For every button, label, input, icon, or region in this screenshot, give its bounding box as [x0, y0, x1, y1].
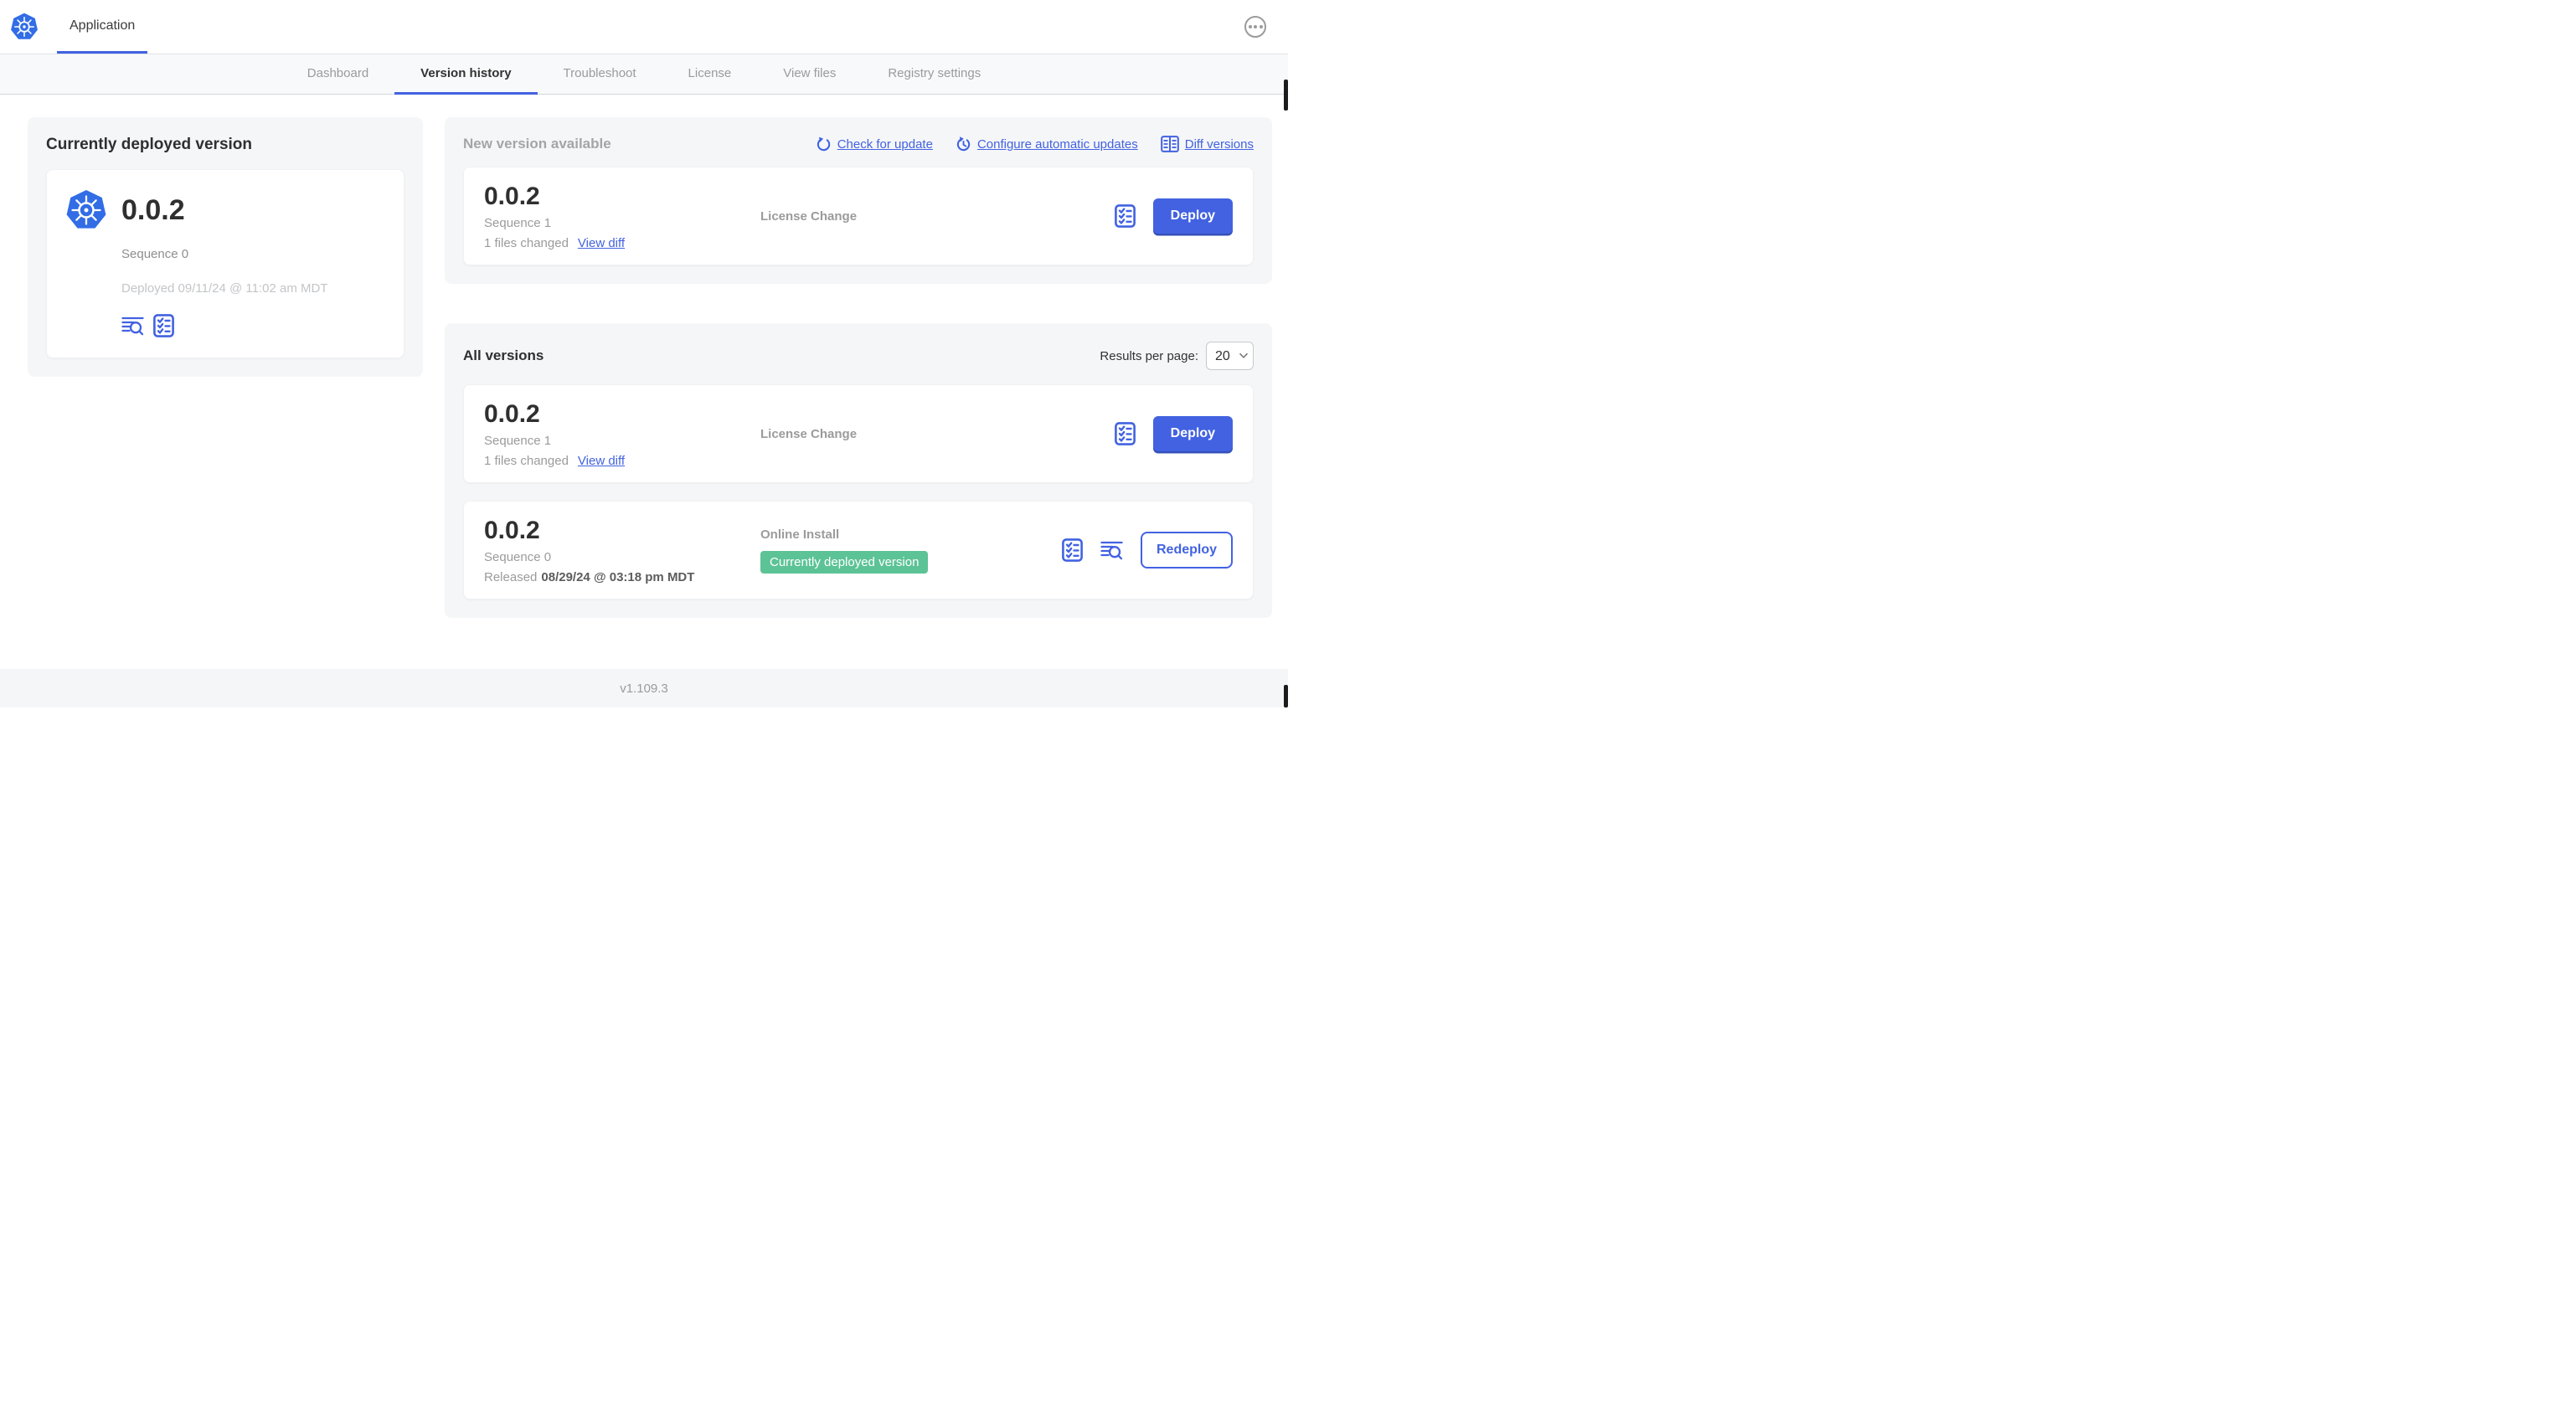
version-source: License Change [760, 426, 858, 441]
all-versions-section: All versions Results per page: 20 0.0.2 … [445, 323, 1272, 618]
deploy-button[interactable]: Deploy [1152, 416, 1233, 451]
checklist-icon[interactable] [1114, 204, 1136, 228]
currently-deployed-panel: Currently deployed version 0.0.2 Sequenc… [28, 117, 423, 377]
all-versions-title: All versions [463, 347, 544, 363]
version-number: 0.0.2 [484, 182, 540, 210]
deployed-timestamp: Deployed 09/11/24 @ 11:02 am MDT [121, 281, 328, 296]
view-diff-link[interactable]: View diff [578, 454, 625, 468]
currently-deployed-title: Currently deployed version [46, 136, 253, 153]
main-content: Currently deployed version 0.0.2 Sequenc… [0, 95, 1288, 618]
checklist-icon[interactable] [1114, 422, 1136, 445]
new-version-row: 0.0.2 Sequence 1 1 files changed View di… [463, 167, 1254, 265]
console-version: v1.109.3 [620, 681, 668, 696]
app-subnav: Dashboard Version history Troubleshoot L… [0, 54, 1288, 95]
logs-icon[interactable] [121, 316, 144, 336]
scrollbar-thumb[interactable] [1284, 80, 1288, 111]
kubernetes-icon [11, 13, 38, 39]
app-title: Application [70, 18, 136, 33]
checklist-icon[interactable] [1062, 538, 1083, 562]
scrollbar-thumb[interactable] [1284, 685, 1288, 708]
refresh-icon [817, 136, 830, 151]
diff-versions-link[interactable]: Diff versions [1160, 136, 1254, 152]
version-sequence: Sequence 1 [484, 215, 552, 230]
version-sequence: Sequence 1 [484, 433, 552, 448]
deploy-button[interactable]: Deploy [1152, 198, 1233, 234]
released-timestamp: Released 08/29/24 @ 03:18 pm MDT [484, 569, 695, 584]
version-number: 0.0.2 [484, 516, 540, 544]
currently-deployed-card: 0.0.2 Sequence 0 Deployed 09/11/24 @ 11:… [46, 169, 404, 358]
version-sequence: Sequence 0 [484, 549, 552, 564]
version-row: 0.0.2 Sequence 1 1 files changed View di… [463, 384, 1254, 483]
version-source: Online Install [760, 527, 840, 542]
version-row: 0.0.2 Sequence 0 Released 08/29/24 @ 03:1… [463, 501, 1254, 599]
tab-registry-settings[interactable]: Registry settings [862, 54, 1007, 95]
results-per-page-select[interactable]: 20 [1206, 342, 1254, 370]
clock-refresh-icon [956, 136, 971, 151]
files-changed: 1 files changed [484, 453, 569, 468]
kubernetes-icon [66, 190, 106, 229]
tab-dashboard[interactable]: Dashboard [281, 54, 394, 95]
new-version-title: New version available [463, 136, 611, 152]
redeploy-button[interactable]: Redeploy [1140, 532, 1233, 569]
app-header: Application [0, 0, 1288, 54]
check-for-update-link[interactable]: Check for update [816, 136, 933, 152]
app-footer: v1.109.3 [0, 669, 1288, 708]
checklist-icon[interactable] [153, 314, 174, 337]
tab-troubleshoot[interactable]: Troubleshoot [538, 54, 662, 95]
logs-icon[interactable] [1100, 541, 1123, 560]
view-diff-link[interactable]: View diff [578, 236, 625, 250]
configure-automatic-updates-link[interactable]: Configure automatic updates [956, 136, 1138, 152]
diff-icon [1160, 136, 1179, 152]
tab-view-files[interactable]: View files [757, 54, 862, 95]
results-per-page-label: Results per page: [1100, 348, 1198, 363]
version-history-column: New version available Check for update C… [445, 117, 1272, 618]
tab-version-history[interactable]: Version history [394, 54, 538, 95]
deployed-sequence: Sequence 0 [121, 247, 189, 261]
currently-deployed-badge: Currently deployed version [760, 550, 929, 574]
ellipsis-menu-icon[interactable] [1244, 16, 1266, 38]
version-number: 0.0.2 [484, 399, 540, 428]
deployed-version-number: 0.0.2 [121, 193, 185, 226]
app-title-tab[interactable]: Application [57, 0, 148, 54]
version-source: License Change [760, 208, 858, 224]
app-logo [10, 0, 39, 54]
files-changed: 1 files changed [484, 235, 569, 250]
new-version-section: New version available Check for update C… [445, 117, 1272, 284]
tab-license[interactable]: License [662, 54, 758, 95]
